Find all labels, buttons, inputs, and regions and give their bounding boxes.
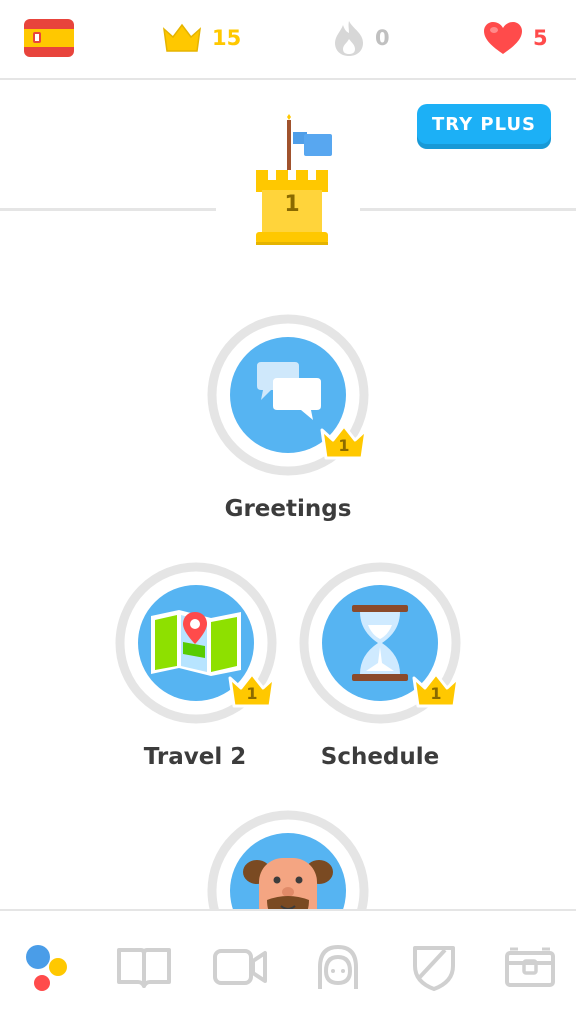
divider-right	[360, 208, 576, 211]
nav-learn[interactable]	[18, 939, 74, 995]
nav-stories[interactable]	[116, 939, 172, 995]
skill-crown-level: 1	[338, 436, 350, 455]
hearts-count: 5	[533, 26, 548, 50]
divider-left	[0, 208, 216, 211]
crowns-counter[interactable]: 15	[162, 18, 241, 58]
checkpoint-level: 1	[284, 192, 300, 217]
heart-icon	[484, 22, 522, 54]
crowns-count: 15	[212, 26, 242, 50]
nav-video[interactable]	[212, 939, 268, 995]
skill-travel-2[interactable]: 1	[115, 562, 277, 724]
skill-schedule[interactable]: 1	[299, 562, 461, 724]
skill-character[interactable]	[207, 810, 369, 910]
bottom-nav	[0, 909, 576, 1026]
nav-profile[interactable]	[310, 939, 366, 995]
map-icon	[151, 610, 241, 676]
spain-flag-icon	[24, 19, 74, 57]
castle-icon	[256, 114, 332, 245]
skill-label-travel-2: Travel 2	[143, 744, 247, 770]
skill-greetings[interactable]: 1	[207, 314, 369, 476]
crown-icon	[162, 23, 202, 52]
nav-league[interactable]	[406, 939, 462, 995]
skill-crown-level: 1	[430, 684, 442, 703]
video-icon	[213, 949, 267, 985]
speech-bubbles-icon	[257, 362, 321, 420]
stories-icon	[117, 948, 171, 988]
learn-icon	[26, 945, 67, 991]
shop-icon	[505, 947, 555, 987]
skill-label-schedule: Schedule	[320, 744, 440, 770]
flame-icon	[335, 21, 363, 56]
nav-shop[interactable]	[502, 939, 558, 995]
top-bar: 15 0 5	[0, 0, 576, 80]
streak-counter[interactable]: 0	[333, 18, 390, 58]
checkpoint-castle[interactable]: 1	[246, 114, 336, 253]
hourglass-icon	[352, 605, 408, 681]
profile-icon	[318, 944, 358, 989]
try-plus-button[interactable]: TRY PLUS	[417, 104, 551, 144]
skill-label-greetings: Greetings	[224, 496, 352, 522]
league-icon	[413, 946, 455, 991]
skill-crown-level: 1	[246, 684, 258, 703]
language-flag[interactable]	[24, 18, 74, 58]
streak-count: 0	[375, 26, 390, 50]
character-face-icon	[243, 858, 333, 910]
hearts-counter[interactable]: 5	[483, 18, 548, 58]
